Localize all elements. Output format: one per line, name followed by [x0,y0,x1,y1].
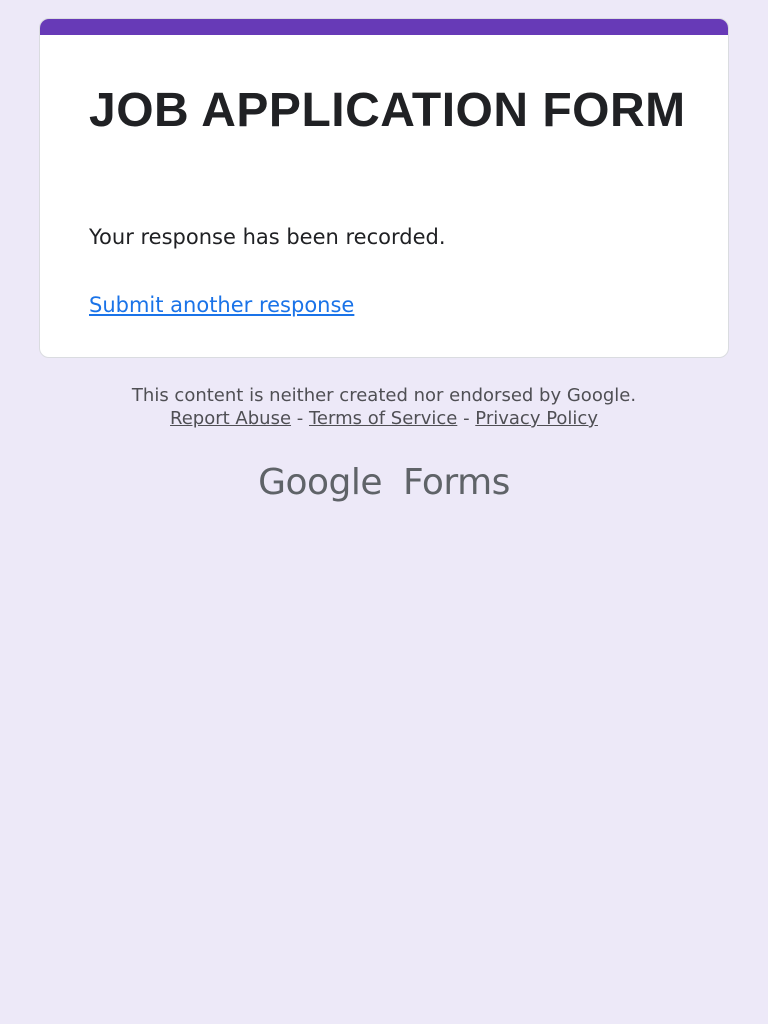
brand-google-text: Google [258,462,383,503]
response-card: JOB APPLICATION FORM Your response has b… [39,18,729,358]
submit-another-response-link[interactable]: Submit another response [89,291,354,319]
brand-forms-text: Forms [402,462,510,503]
footer-separator: - [463,408,470,429]
report-abuse-link[interactable]: Report Abuse [170,408,291,429]
footer-separator: - [296,408,304,429]
form-title: JOB APPLICATION FORM [89,84,686,137]
privacy-policy-link[interactable]: Privacy Policy [475,408,598,429]
google-disclaimer: This content is neither created nor endo… [131,385,637,406]
google-forms-logo[interactable]: Google Forms [0,458,768,508]
terms-of-service-link[interactable]: Terms of Service [309,408,457,429]
confirmation-message: Your response has been recorded. [89,225,446,249]
footer-links: Report Abuse - Terms of Service - Privac… [0,407,768,430]
card-accent-bar [40,19,728,35]
